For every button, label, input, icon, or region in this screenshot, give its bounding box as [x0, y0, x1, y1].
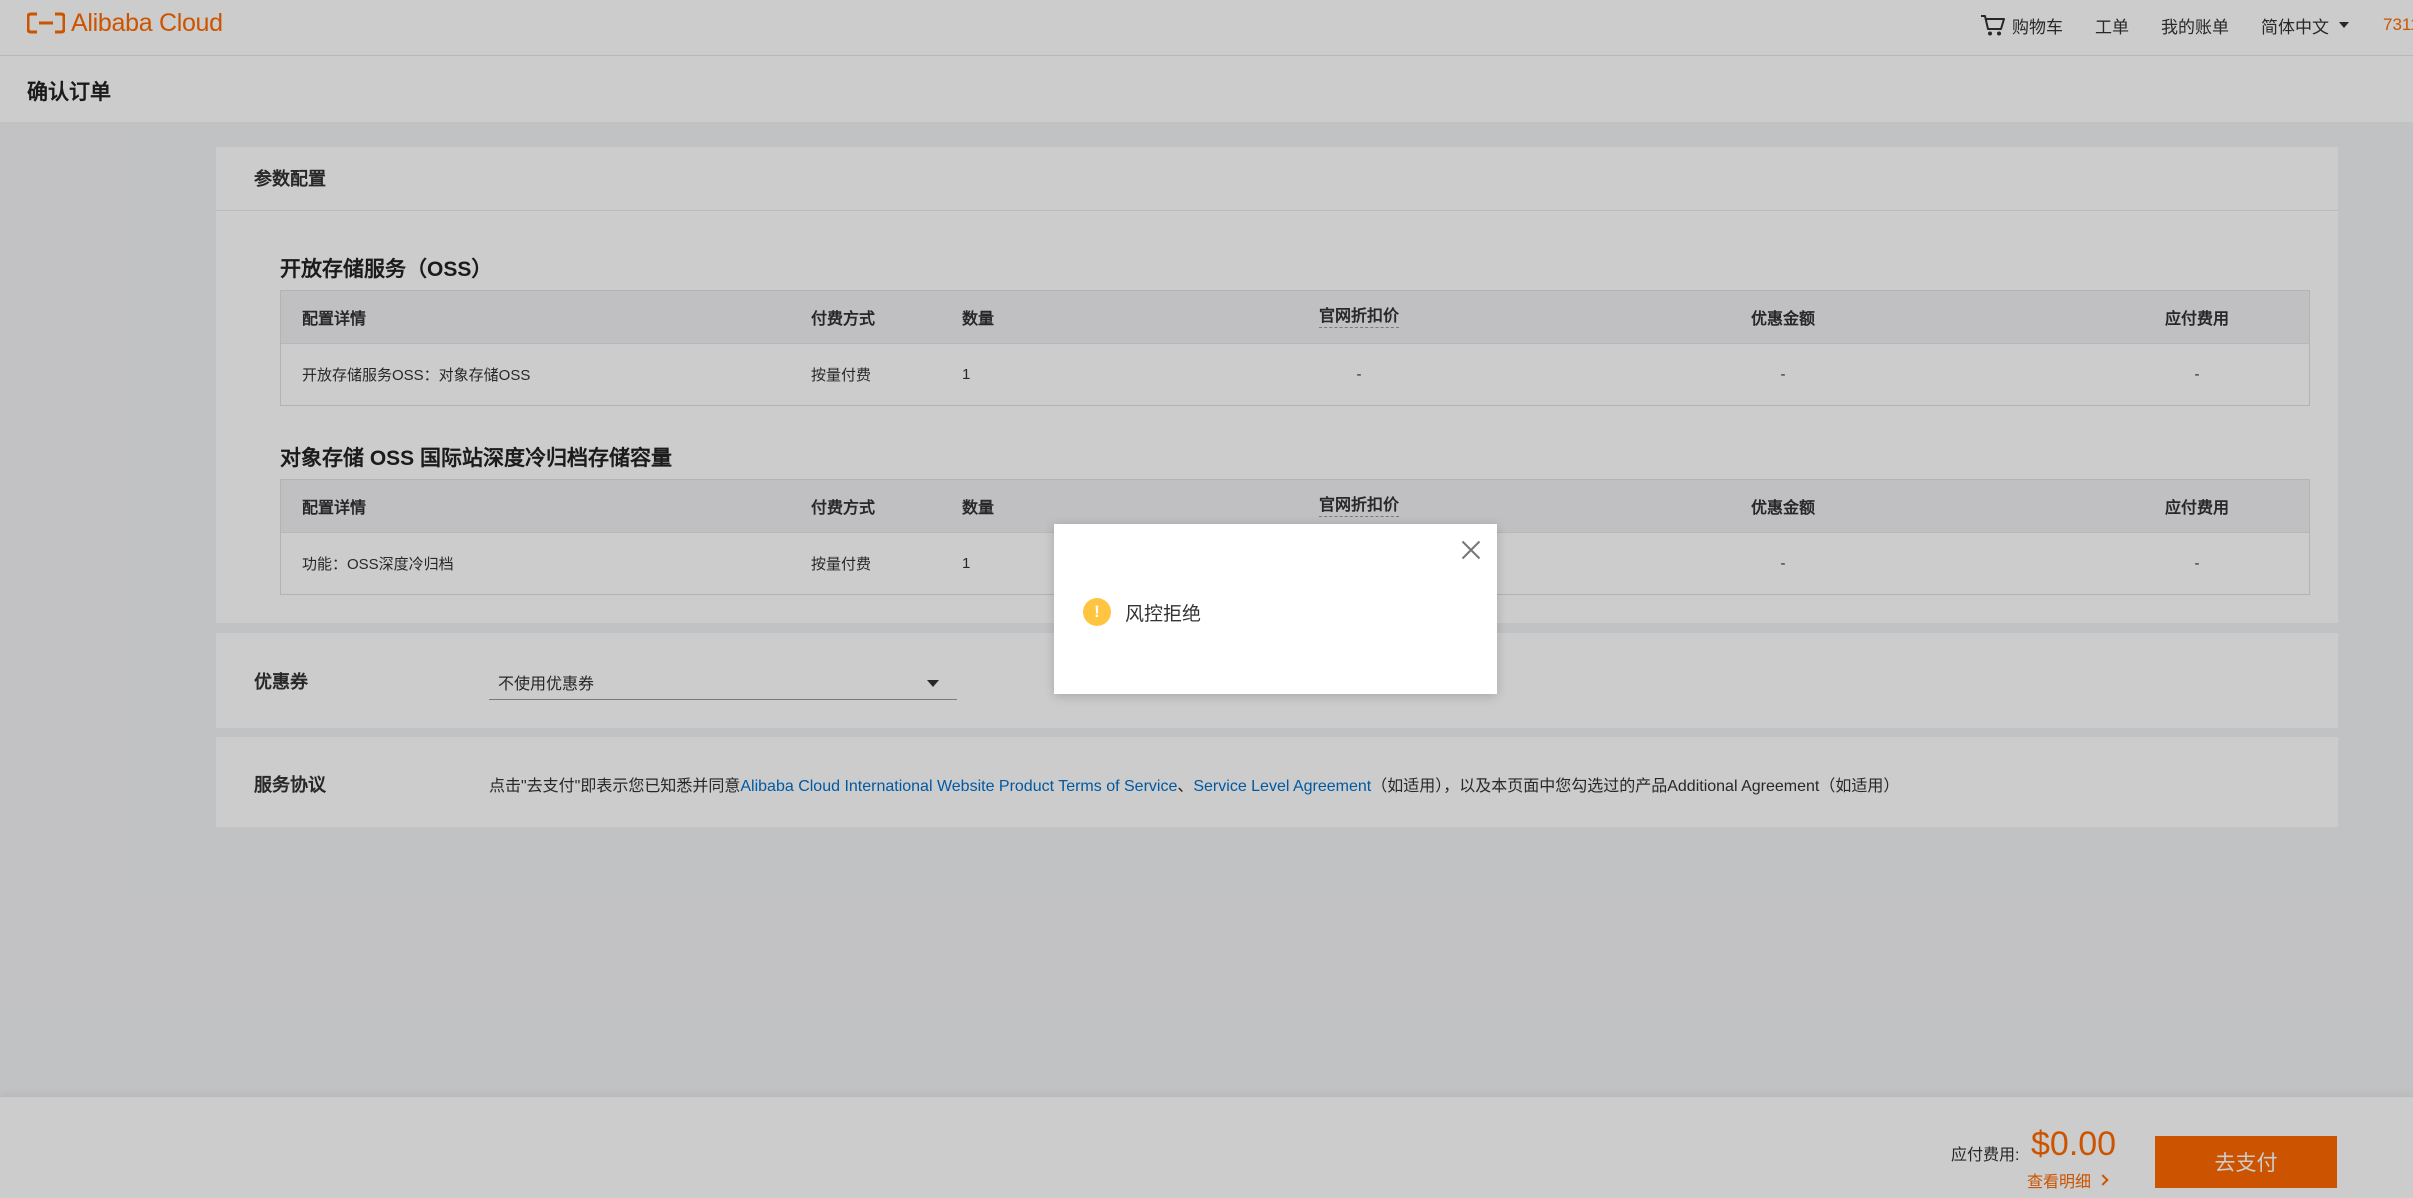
risk-control-dialog: ! 风控拒绝 [1054, 524, 1497, 694]
warning-icon: ! [1083, 598, 1111, 626]
dialog-message: 风控拒绝 [1125, 604, 1202, 625]
close-icon[interactable] [1461, 540, 1481, 560]
